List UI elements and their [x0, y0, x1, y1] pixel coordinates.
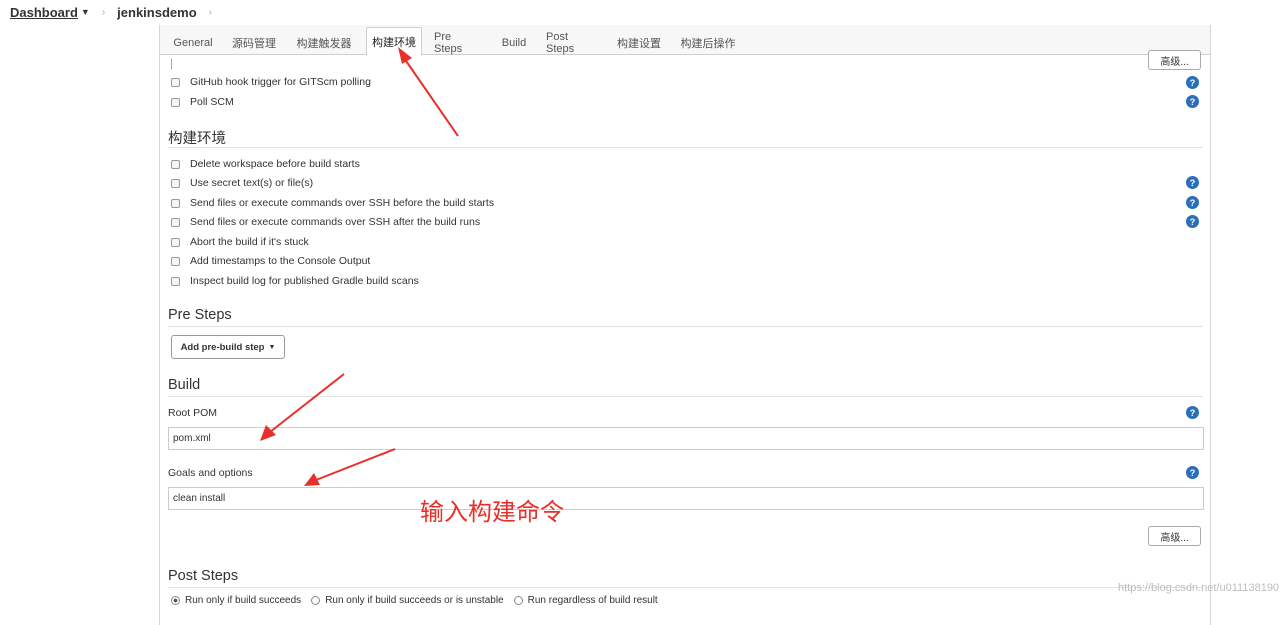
checkbox-secret-text[interactable]: Use secret text(s) or file(s)	[171, 177, 313, 189]
button-label: Add pre-build step	[180, 341, 265, 353]
breadcrumb-separator-icon: ›	[208, 6, 212, 18]
section-title-build-env: 构建环境	[168, 131, 226, 147]
advanced-button[interactable]: 高级...	[1148, 526, 1201, 546]
tab-build-env[interactable]: 构建环境	[366, 27, 422, 56]
checkbox-label: GitHub hook trigger for GITScm polling	[190, 76, 371, 88]
tab-build-settings[interactable]: 构建设置	[615, 30, 663, 55]
annotation-text: 输入构建命令	[420, 498, 564, 526]
section-title-build: Build	[168, 377, 201, 393]
checkbox-label: Send files or execute commands over SSH …	[190, 197, 495, 209]
tab-post-build[interactable]: 构建后操作	[678, 30, 738, 55]
checkbox-box[interactable]	[171, 159, 180, 169]
tab-triggers[interactable]: 构建触发器	[293, 30, 355, 55]
root-pom-input[interactable]: pom.xml	[168, 427, 1204, 450]
checkbox-label: Abort the build if it's stuck	[190, 236, 309, 248]
checkbox-timestamps[interactable]: Add timestamps to the Console Output	[171, 255, 370, 267]
checkbox-label: Delete workspace before build starts	[190, 158, 360, 170]
help-icon[interactable]: ?	[1186, 95, 1199, 108]
help-icon[interactable]: ?	[1186, 406, 1199, 419]
tree-dashed-line	[171, 59, 172, 69]
tab-build[interactable]: Build	[498, 30, 530, 55]
section-divider	[168, 147, 1203, 148]
breadcrumb-job-link[interactable]: jenkinsdemo	[117, 5, 196, 20]
breadcrumb: Dashboard ▼ › jenkinsdemo ›	[0, 0, 1280, 24]
checkbox-box[interactable]	[171, 217, 180, 227]
config-tabbar: General 源码管理 构建触发器 构建环境 Pre Steps Build …	[160, 25, 1210, 56]
checkbox-label: Use secret text(s) or file(s)	[190, 177, 314, 189]
checkbox-box[interactable]	[171, 97, 180, 107]
section-divider	[168, 326, 1203, 327]
caret-down-icon: ▼	[268, 343, 276, 351]
checkbox-abort-stuck[interactable]: Abort the build if it's stuck	[171, 236, 309, 248]
tab-pre-steps[interactable]: Pre Steps	[434, 30, 482, 55]
checkbox-ssh-after[interactable]: Send files or execute commands over SSH …	[171, 216, 480, 228]
checkbox-ssh-before[interactable]: Send files or execute commands over SSH …	[171, 197, 494, 209]
checkbox-delete-workspace[interactable]: Delete workspace before build starts	[171, 158, 360, 170]
checkbox-label: Send files or execute commands over SSH …	[190, 216, 481, 228]
help-icon[interactable]: ?	[1186, 76, 1199, 89]
tab-scm[interactable]: 源码管理	[229, 30, 279, 55]
goals-input[interactable]: clean install	[168, 487, 1204, 510]
checkbox-label: Add timestamps to the Console Output	[190, 255, 371, 267]
tab-general[interactable]: General	[170, 30, 216, 55]
checkbox-box[interactable]	[171, 256, 180, 266]
job-config-panel: General 源码管理 构建触发器 构建环境 Pre Steps Build …	[159, 25, 1211, 625]
checkbox-github-hook[interactable]: GitHub hook trigger for GITScm polling	[171, 76, 371, 88]
tab-post-steps[interactable]: Post Steps	[546, 30, 598, 55]
checkbox-box[interactable]	[171, 77, 180, 87]
help-icon[interactable]: ?	[1186, 176, 1199, 189]
section-divider	[168, 396, 1203, 397]
breadcrumb-dashboard-link[interactable]: Dashboard	[10, 5, 78, 20]
chevron-down-icon[interactable]: ▼	[81, 7, 90, 17]
goals-label: Goals and options	[168, 467, 253, 479]
checkbox-box[interactable]	[171, 237, 180, 247]
checkbox-label: Poll SCM	[190, 96, 234, 108]
root-pom-label: Root POM	[168, 407, 218, 419]
watermark: https://blog.csdn.net/u011138190	[1118, 582, 1280, 594]
checkbox-label: Inspect build log for published Gradle b…	[190, 275, 419, 287]
section-title-post-steps: Post Steps	[168, 568, 239, 584]
breadcrumb-separator-icon: ›	[101, 6, 106, 18]
add-pre-build-step-button[interactable]: Add pre-build step ▼	[171, 335, 285, 359]
checkbox-box[interactable]	[171, 276, 180, 286]
help-icon[interactable]: ?	[1186, 196, 1199, 209]
help-icon[interactable]: ?	[1186, 466, 1199, 479]
help-icon[interactable]: ?	[1186, 215, 1199, 228]
checkbox-poll-scm[interactable]: Poll SCM	[171, 96, 234, 108]
section-title-pre-steps: Pre Steps	[168, 307, 232, 323]
checkbox-box[interactable]	[171, 178, 180, 188]
checkbox-gradle-scans[interactable]: Inspect build log for published Gradle b…	[171, 275, 419, 287]
checkbox-box[interactable]	[171, 198, 180, 208]
advanced-button[interactable]: 高级...	[1148, 50, 1201, 70]
section-divider	[168, 587, 1203, 588]
